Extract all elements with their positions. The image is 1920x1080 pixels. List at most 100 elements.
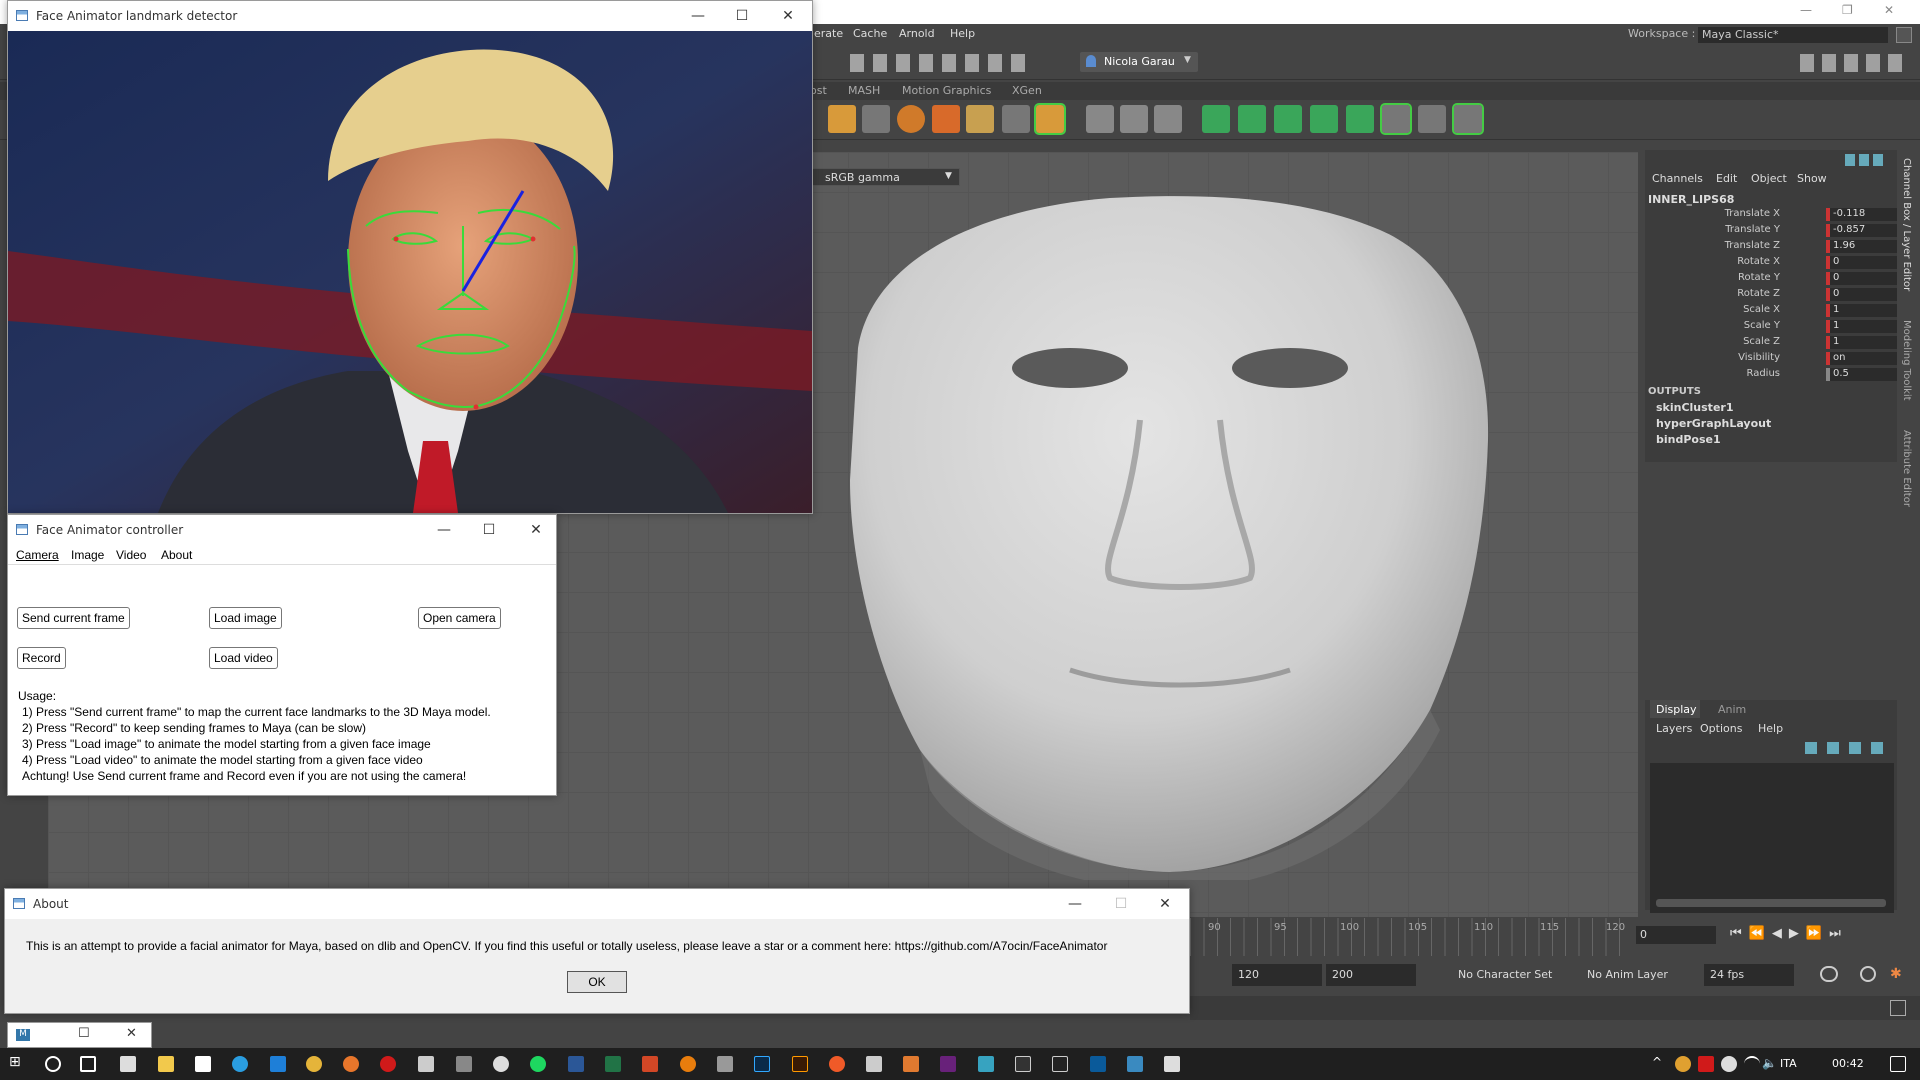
restore-icon[interactable]: ❐	[1842, 3, 1853, 17]
menu-arnold[interactable]: Arnold	[899, 27, 935, 40]
start-windows-icon[interactable]: ⊞	[9, 1054, 25, 1070]
ok-button[interactable]: OK	[567, 971, 627, 993]
layer-scrollbar[interactable]	[1656, 899, 1886, 907]
tray-app-icon[interactable]	[1675, 1056, 1691, 1072]
shelf-plane-icon[interactable]	[966, 105, 994, 133]
notepad-icon[interactable]	[418, 1056, 434, 1072]
render-tools-icons[interactable]	[850, 54, 1030, 72]
cortana-icon[interactable]	[45, 1056, 61, 1072]
chrome-icon[interactable]	[306, 1056, 322, 1072]
volume-icon[interactable]: 🔈	[1762, 1056, 1777, 1070]
playback-buttons-icons[interactable]: ⏮⏪◀▶⏩⏭	[1730, 926, 1848, 941]
cb-menu-show[interactable]: Show	[1797, 172, 1827, 185]
attr-value-field[interactable]: 1	[1830, 320, 1898, 333]
shelf-skin-icon[interactable]	[1202, 105, 1230, 133]
maximize-icon[interactable]: ☐	[732, 6, 752, 26]
anim-layer-dropdown[interactable]: No Anim Layer	[1587, 968, 1668, 981]
output-node[interactable]: skinCluster1	[1656, 401, 1733, 414]
output-node[interactable]: hyperGraphLayout	[1656, 417, 1771, 430]
attr-value-field[interactable]: 0	[1830, 256, 1898, 269]
cb-menu-edit[interactable]: Edit	[1716, 172, 1737, 185]
shelf-bind-icon[interactable]	[1238, 105, 1266, 133]
load-video-button[interactable]: Load video	[209, 647, 278, 669]
shelf-unbind-icon[interactable]	[1274, 105, 1302, 133]
attr-value-field[interactable]: -0.857	[1830, 224, 1898, 237]
postman-icon[interactable]	[829, 1056, 845, 1072]
record-button[interactable]: Record	[17, 647, 66, 669]
layer-menu-layers[interactable]: Layers	[1656, 722, 1692, 735]
range-end-field[interactable]: 120	[1232, 964, 1322, 986]
shelf-weight-icon[interactable]	[1310, 105, 1338, 133]
menu-cache[interactable]: Cache	[853, 27, 887, 40]
close-icon[interactable]: ✕	[126, 1026, 137, 1041]
menu-generate[interactable]: erate	[814, 27, 843, 40]
blender-icon[interactable]	[680, 1056, 696, 1072]
send-current-frame-button[interactable]: Send current frame	[17, 607, 130, 629]
tab-channel-box[interactable]: Channel Box / Layer Editor	[1901, 158, 1912, 291]
file-explorer-icon[interactable]	[158, 1056, 174, 1072]
close-icon[interactable]: ✕	[1155, 894, 1175, 914]
shelf-tab-motion-graphics[interactable]: Motion Graphics	[902, 84, 991, 97]
minimize-icon[interactable]: —	[434, 520, 454, 540]
attr-value-field[interactable]: 1.96	[1830, 240, 1898, 253]
photoshop-icon[interactable]	[754, 1056, 770, 1072]
attr-value-field[interactable]: 0	[1830, 288, 1898, 301]
maximize-icon[interactable]: ☐	[78, 1026, 90, 1041]
terminal-icon[interactable]	[1015, 1056, 1031, 1072]
notifications-icon[interactable]	[1890, 1056, 1906, 1072]
window-icon[interactable]	[1164, 1056, 1180, 1072]
powerpoint-icon[interactable]	[642, 1056, 658, 1072]
layer-tool-icons[interactable]	[1805, 742, 1890, 754]
tab-modeling-toolkit[interactable]: Modeling Toolkit	[1901, 320, 1912, 401]
taskbar-clock[interactable]: 00:42	[1832, 1057, 1864, 1070]
close-icon[interactable]: ✕	[1884, 3, 1894, 17]
close-icon[interactable]: ✕	[526, 520, 546, 540]
attr-value-field[interactable]: on	[1830, 352, 1898, 365]
character-set-dropdown[interactable]: No Character Set	[1458, 968, 1552, 981]
load-image-button[interactable]: Load image	[209, 607, 282, 629]
shelf-ik-icon[interactable]	[1418, 105, 1446, 133]
app-icon[interactable]	[1090, 1056, 1106, 1072]
maya-icon[interactable]	[978, 1056, 994, 1072]
command-line[interactable]	[1190, 996, 1920, 1020]
shelf-joint-icon[interactable]	[1034, 103, 1066, 135]
workspace-dropdown[interactable]: Maya Classic*	[1698, 27, 1888, 43]
shelf-frame-icon[interactable]	[862, 105, 890, 133]
minimize-icon[interactable]: —	[688, 6, 708, 26]
shelf-tab-mash[interactable]: MASH	[848, 84, 880, 97]
shelf-paint-icon[interactable]	[1346, 105, 1374, 133]
shelf-tab-xgen[interactable]: XGen	[1012, 84, 1042, 97]
current-frame-field[interactable]: 0	[1636, 926, 1716, 944]
layer-list[interactable]	[1650, 763, 1894, 913]
github-icon[interactable]	[493, 1056, 509, 1072]
attr-value-field[interactable]: 0.5	[1830, 368, 1898, 381]
menu-help[interactable]: Help	[950, 27, 975, 40]
excel-icon[interactable]	[605, 1056, 621, 1072]
shelf-x-icon[interactable]	[1452, 103, 1484, 135]
attr-value-field[interactable]: -0.118	[1830, 208, 1898, 221]
edge-icon[interactable]	[270, 1056, 286, 1072]
layer-menu-help[interactable]: Help	[1758, 722, 1783, 735]
gimp-icon[interactable]	[717, 1056, 733, 1072]
panel-toggle-icons[interactable]	[1800, 54, 1910, 72]
attr-value-field[interactable]: 1	[1830, 304, 1898, 317]
cb-menu-channels[interactable]: Channels	[1652, 172, 1703, 185]
loop-icon[interactable]	[1820, 966, 1838, 982]
color-management-dropdown[interactable]: sRGB gamma ▼	[800, 168, 960, 186]
script-editor-icon[interactable]	[1890, 1000, 1906, 1016]
unity-icon[interactable]	[456, 1056, 472, 1072]
tab-attribute-editor[interactable]: Attribute Editor	[1901, 430, 1912, 507]
task-view-icon[interactable]	[80, 1056, 96, 1072]
cmd-icon[interactable]	[1052, 1056, 1068, 1072]
minimize-icon[interactable]: —	[1065, 894, 1085, 914]
lock-icon[interactable]	[1896, 27, 1912, 43]
app-icon[interactable]	[903, 1056, 919, 1072]
close-icon[interactable]: ✕	[778, 6, 798, 26]
calculator-icon[interactable]	[195, 1056, 211, 1072]
wifi-icon[interactable]	[1744, 1056, 1760, 1072]
spotify-icon[interactable]	[530, 1056, 546, 1072]
visual-studio-icon[interactable]	[940, 1056, 956, 1072]
illustrator-icon[interactable]	[792, 1056, 808, 1072]
shelf-lattice-icon[interactable]	[1002, 105, 1030, 133]
auto-key-icon[interactable]	[1860, 966, 1876, 982]
